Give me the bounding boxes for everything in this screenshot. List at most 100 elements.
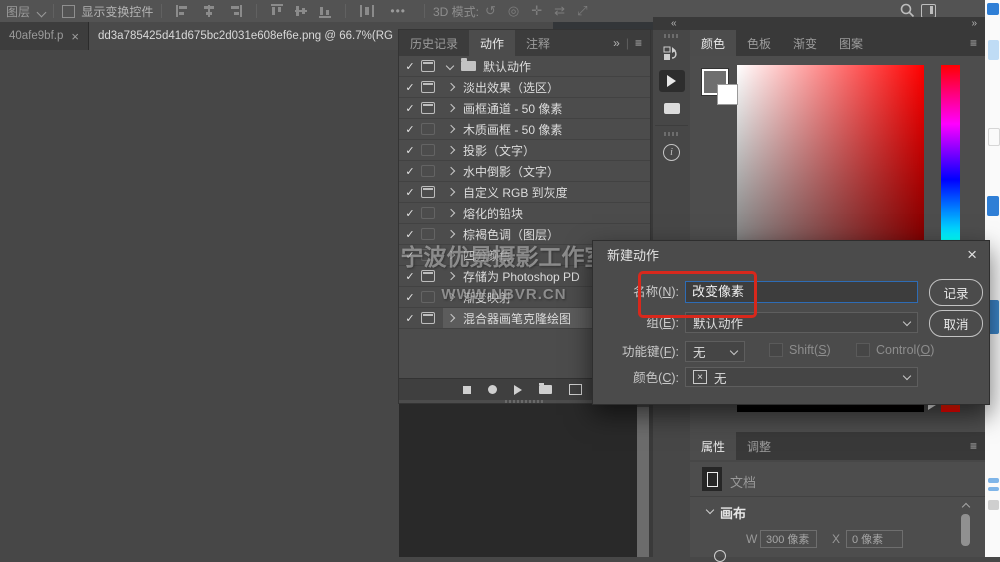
tab-swatches[interactable]: 色板 [736, 30, 782, 56]
new-action-icon[interactable] [569, 384, 582, 395]
search-icon[interactable] [900, 3, 915, 18]
align-center-h-icon[interactable] [202, 5, 216, 17]
3d-scale-icon[interactable]: ⤢ [577, 3, 587, 19]
action-row[interactable]: ✓ 投影（文字） [399, 140, 650, 161]
collapse-chevron-icon[interactable] [446, 62, 454, 70]
include-check-icon[interactable]: ✓ [399, 60, 421, 73]
set-select[interactable]: 默认动作 [685, 312, 918, 333]
tab-adjustments[interactable]: 调整 [736, 432, 782, 460]
info-panel-icon[interactable]: i [659, 141, 685, 163]
x-input[interactable]: 0 像素 [846, 530, 903, 548]
include-check-icon[interactable]: ✓ [399, 270, 421, 283]
expand-chevron-icon[interactable] [447, 125, 455, 133]
document-scrollbar[interactable] [637, 407, 649, 557]
new-set-folder-icon[interactable] [539, 385, 552, 394]
include-check-icon[interactable]: ✓ [399, 249, 421, 262]
modal-toggle-icon[interactable] [421, 228, 435, 240]
tab-gradients[interactable]: 渐变 [782, 30, 828, 56]
checkbox-icon[interactable] [769, 343, 783, 357]
section-chevron-icon[interactable] [706, 506, 714, 514]
drag-grip-icon[interactable] [664, 34, 680, 38]
expand-chevron-icon[interactable] [447, 167, 455, 175]
action-row[interactable]: ✓ 画框通道 - 50 像素 [399, 98, 650, 119]
expand-chevron-icon[interactable] [447, 293, 455, 301]
tab-patterns[interactable]: 图案 [828, 30, 874, 56]
notes-panel-icon[interactable] [659, 97, 685, 119]
modal-toggle-icon[interactable] [421, 207, 435, 219]
modal-toggle-icon[interactable] [421, 123, 435, 135]
modal-toggle-icon[interactable] [421, 144, 435, 156]
record-button[interactable]: 记录 [929, 279, 983, 306]
3d-pan-icon[interactable]: ✛ [531, 3, 542, 19]
align-top-icon[interactable] [271, 4, 283, 18]
scroll-up-icon[interactable] [962, 503, 970, 511]
expand-chevron-icon[interactable] [447, 83, 455, 91]
modal-toggle-icon[interactable] [421, 165, 435, 177]
close-tab-icon[interactable]: × [71, 29, 79, 44]
scrollbar-thumb[interactable] [961, 514, 970, 546]
tab-notes[interactable]: 注释 [515, 30, 561, 56]
stop-icon[interactable] [463, 386, 471, 394]
include-check-icon[interactable]: ✓ [399, 312, 421, 325]
modal-toggle-icon[interactable] [421, 249, 435, 261]
auto-select-layer-dropdown[interactable]: 图层 [6, 3, 45, 20]
modal-toggle-icon[interactable] [421, 102, 435, 114]
history-panel-icon[interactable] [659, 43, 685, 65]
document-tab-inactive[interactable]: 40afe9bf.png × [0, 22, 89, 50]
expand-chevron-icon[interactable] [447, 104, 455, 112]
background-color-swatch[interactable] [717, 84, 738, 105]
close-icon[interactable]: × [967, 245, 977, 265]
checkbox-icon[interactable] [856, 343, 870, 357]
expand-chevron-icon[interactable] [447, 209, 455, 217]
align-right-icon[interactable] [228, 5, 242, 17]
shift-checkbox[interactable]: Shift(S) [769, 343, 831, 357]
workspace-switcher-icon[interactable] [921, 4, 936, 18]
expand-chevron-icon[interactable] [447, 272, 455, 280]
include-check-icon[interactable]: ✓ [399, 165, 421, 178]
modal-toggle-icon[interactable] [421, 270, 435, 282]
tab-actions[interactable]: 动作 [469, 30, 515, 56]
include-check-icon[interactable]: ✓ [399, 102, 421, 115]
panel-menu-icon[interactable]: ≡ [970, 36, 977, 50]
record-icon[interactable] [488, 385, 497, 394]
document-image[interactable] [399, 403, 637, 557]
include-check-icon[interactable]: ✓ [399, 207, 421, 220]
include-check-icon[interactable]: ✓ [399, 81, 421, 94]
include-check-icon[interactable]: ✓ [399, 144, 421, 157]
action-set-row[interactable]: ✓ 默认动作 [399, 56, 650, 77]
action-row[interactable]: ✓ 木质画框 - 50 像素 [399, 119, 650, 140]
more-options-icon[interactable]: ••• [390, 4, 406, 18]
3d-roll-icon[interactable]: ◎ [508, 3, 519, 19]
properties-scrollbar[interactable] [960, 500, 972, 557]
modal-toggle-icon[interactable] [421, 60, 435, 72]
3d-orbit-icon[interactable]: ↺ [485, 3, 496, 19]
name-input[interactable]: 改变像素 [685, 281, 918, 303]
tab-color[interactable]: 颜色 [690, 30, 736, 56]
expand-panels-icon[interactable]: » [971, 18, 977, 29]
checkbox-icon[interactable] [62, 5, 75, 18]
expand-chevron-icon[interactable] [447, 230, 455, 238]
actions-panel-icon[interactable] [659, 70, 685, 92]
cancel-button[interactable]: 取消 [929, 310, 983, 337]
include-check-icon[interactable]: ✓ [399, 228, 421, 241]
function-key-select[interactable]: 无 [685, 341, 745, 362]
align-left-icon[interactable] [176, 5, 190, 17]
link-dimensions-icon[interactable] [714, 550, 726, 562]
modal-toggle-icon[interactable] [421, 81, 435, 93]
panel-resize-grip[interactable] [505, 400, 543, 403]
color-select[interactable]: × 无 [685, 367, 918, 387]
action-row[interactable]: ✓ 水中倒影（文字） [399, 161, 650, 182]
modal-toggle-icon[interactable] [421, 186, 435, 198]
expand-chevron-icon[interactable] [447, 146, 455, 154]
expand-chevron-icon[interactable] [447, 251, 455, 259]
tab-history[interactable]: 历史记录 [399, 30, 469, 56]
collapse-panels-icon[interactable]: « [671, 18, 677, 29]
include-check-icon[interactable]: ✓ [399, 123, 421, 136]
include-check-icon[interactable]: ✓ [399, 291, 421, 304]
align-bottom-icon[interactable] [319, 4, 331, 18]
collapse-panel-icon[interactable]: » [613, 36, 620, 50]
include-check-icon[interactable]: ✓ [399, 186, 421, 199]
distribute-icon[interactable] [360, 5, 374, 17]
align-middle-v-icon[interactable] [295, 4, 307, 18]
panel-menu-icon[interactable]: ≡ [970, 439, 977, 453]
